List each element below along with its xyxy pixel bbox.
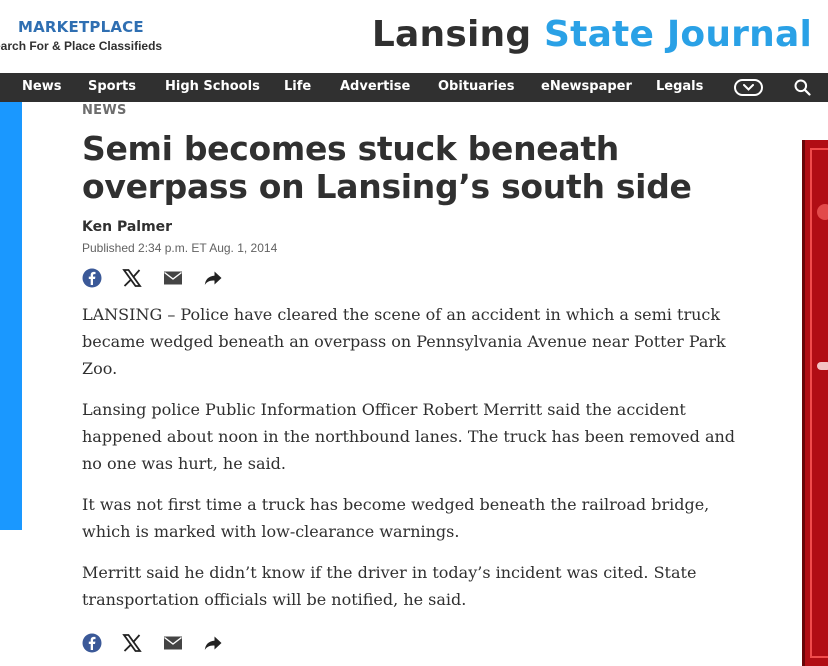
article-paragraph: LANSING – Police have cleared the scene … (82, 305, 726, 378)
email-share-button[interactable] (163, 633, 185, 655)
ad-ornament (817, 204, 828, 220)
article-published-date: Published 2:34 p.m. ET Aug. 1, 2014 (82, 241, 278, 255)
search-icon (794, 79, 811, 96)
nav-item-obituaries[interactable]: Obituaries (438, 79, 514, 94)
x-icon (122, 634, 142, 652)
facebook-icon (82, 268, 102, 288)
nav-item-legals[interactable]: Legals (656, 79, 703, 94)
facebook-icon (82, 633, 102, 653)
more-share-button[interactable] (203, 633, 225, 655)
main-nav: News Sports High Schools Life Advertise … (0, 73, 828, 102)
site-header: MARKETPLACE earch For & Place Classified… (0, 0, 828, 72)
x-share-button[interactable] (122, 268, 144, 290)
logo-text-state-journal[interactable]: State Journal (544, 14, 812, 55)
nav-more-button[interactable] (734, 79, 763, 96)
x-icon (122, 269, 142, 287)
share-icon (204, 636, 222, 650)
x-share-button[interactable] (122, 633, 144, 655)
nav-item-advertise[interactable]: Advertise (340, 79, 410, 94)
ad-border (810, 148, 828, 658)
article-paragraph: It was not first time a truck has become… (82, 495, 710, 541)
site-logo[interactable]: Lansing State Journal (372, 14, 812, 55)
side-advertisement[interactable] (802, 140, 828, 666)
more-share-button[interactable] (203, 268, 225, 290)
email-icon (164, 636, 182, 650)
article-author[interactable]: Ken Palmer (82, 219, 172, 235)
nav-item-news[interactable]: News (22, 79, 61, 94)
logo-text-lansing[interactable]: Lansing (372, 14, 531, 55)
article-headline: Semi becomes stuck beneath overpass on L… (82, 129, 692, 206)
left-accent-bar (0, 102, 22, 530)
marketplace-link[interactable]: MARKETPLACE earch For & Place Classified… (0, 18, 162, 53)
article-paragraph: Merritt said he didn’t know if the drive… (82, 563, 697, 609)
email-share-button[interactable] (163, 268, 185, 290)
nav-item-sports[interactable]: Sports (88, 79, 136, 94)
chevron-down-icon (743, 84, 754, 91)
share-icon (204, 271, 222, 285)
nav-item-life[interactable]: Life (284, 79, 311, 94)
article-paragraph: Lansing police Public Information Office… (82, 400, 736, 473)
marketplace-title[interactable]: MARKETPLACE (18, 18, 162, 36)
marketplace-subtitle[interactable]: earch For & Place Classifieds (0, 39, 162, 53)
email-icon (164, 271, 182, 285)
facebook-share-button[interactable] (82, 633, 104, 655)
nav-search-button[interactable] (794, 79, 811, 100)
article-section-label[interactable]: NEWS (82, 103, 127, 118)
ad-ornament (817, 362, 828, 370)
nav-item-high-schools[interactable]: High Schools (165, 79, 260, 94)
facebook-share-button[interactable] (82, 268, 104, 290)
nav-item-enewspaper[interactable]: eNewspaper (541, 79, 632, 94)
